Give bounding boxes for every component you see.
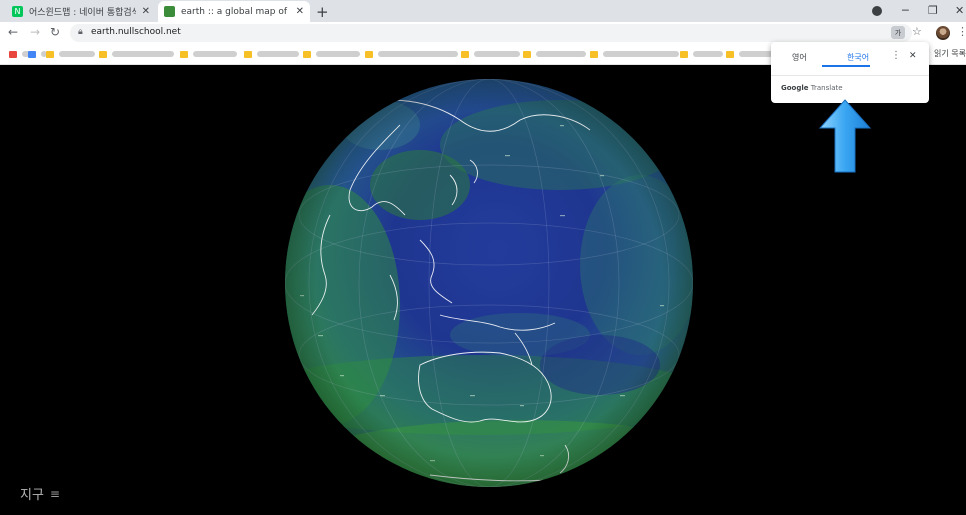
toolbar: ← → ↻ 🔒︎ earth.nullschool.net 가: [0, 22, 966, 44]
divider: [771, 75, 929, 76]
target-language-tab[interactable]: 한국어: [847, 52, 869, 63]
tab-earth[interactable]: earth :: a global map of wind, w ✕: [158, 1, 310, 22]
reload-icon[interactable]: ↻: [50, 25, 60, 39]
chrome-menu-icon[interactable]: ⋮: [957, 25, 966, 38]
window-close-icon[interactable]: ✕: [955, 4, 964, 17]
google-brand-text: Google: [781, 84, 809, 92]
translate-icon[interactable]: 가: [891, 26, 905, 39]
earth-label-text: 지구: [20, 488, 44, 503]
new-tab-icon[interactable]: +: [316, 3, 329, 21]
bookmark-item[interactable]: [680, 49, 723, 59]
profile-downloads-icon[interactable]: [872, 6, 882, 16]
more-options-icon[interactable]: ⋮: [891, 50, 901, 61]
forward-icon[interactable]: →: [30, 25, 40, 39]
earth-favicon-icon: [164, 6, 175, 17]
bookmark-apps[interactable]: [9, 49, 30, 59]
lock-icon[interactable]: 🔒︎: [78, 27, 83, 37]
bookmark-item[interactable]: [726, 49, 773, 59]
bookmark-item[interactable]: [244, 49, 299, 59]
bookmark-item[interactable]: [180, 49, 237, 59]
url-text[interactable]: earth.nullschool.net: [91, 27, 181, 37]
address-bar[interactable]: 🔒︎ earth.nullschool.net 가: [70, 24, 912, 42]
earth-menu-button[interactable]: 지구 ≡: [20, 484, 60, 504]
restore-icon[interactable]: ❐: [928, 4, 938, 17]
tab-close-icon[interactable]: ✕: [296, 6, 304, 17]
arrow-up-icon: [818, 99, 872, 173]
bookmark-item[interactable]: [28, 49, 47, 59]
tab-close-icon[interactable]: ✕: [142, 6, 150, 17]
bookmark-item[interactable]: [303, 49, 360, 59]
star-icon[interactable]: ☆: [912, 25, 922, 38]
close-icon[interactable]: ✕: [909, 51, 917, 61]
translate-brand-text: Translate: [808, 84, 843, 92]
google-translate-brand: Google Translate: [781, 84, 843, 92]
source-language-tab[interactable]: 영어: [792, 52, 807, 63]
active-tab-indicator: [822, 65, 870, 67]
avatar[interactable]: [936, 26, 950, 40]
tab-title: earth :: a global map of wind, w: [181, 6, 290, 17]
bookmark-item[interactable]: [523, 49, 586, 59]
tab-strip: N 어스윈드맵 : 네이버 통합검색 ✕ earth :: a global m…: [0, 0, 966, 22]
minimize-icon[interactable]: ─: [902, 4, 909, 17]
tab-title: 어스윈드맵 : 네이버 통합검색: [29, 8, 136, 18]
bookmark-item[interactable]: [365, 49, 458, 59]
naver-favicon-icon: N: [12, 6, 23, 17]
reading-list[interactable]: 읽기 목록: [934, 48, 966, 59]
bookmark-item[interactable]: [461, 49, 520, 59]
bookmark-item[interactable]: [99, 49, 174, 59]
bookmark-item[interactable]: [46, 49, 95, 59]
tab-naver-search[interactable]: N 어스윈드맵 : 네이버 통합검색 ✕: [6, 1, 156, 22]
back-icon[interactable]: ←: [8, 25, 18, 39]
menu-icon: ≡: [49, 486, 60, 501]
translate-popup: 영어 한국어 ⋮ ✕ Google Translate: [771, 42, 929, 103]
bookmark-item[interactable]: [590, 49, 679, 59]
